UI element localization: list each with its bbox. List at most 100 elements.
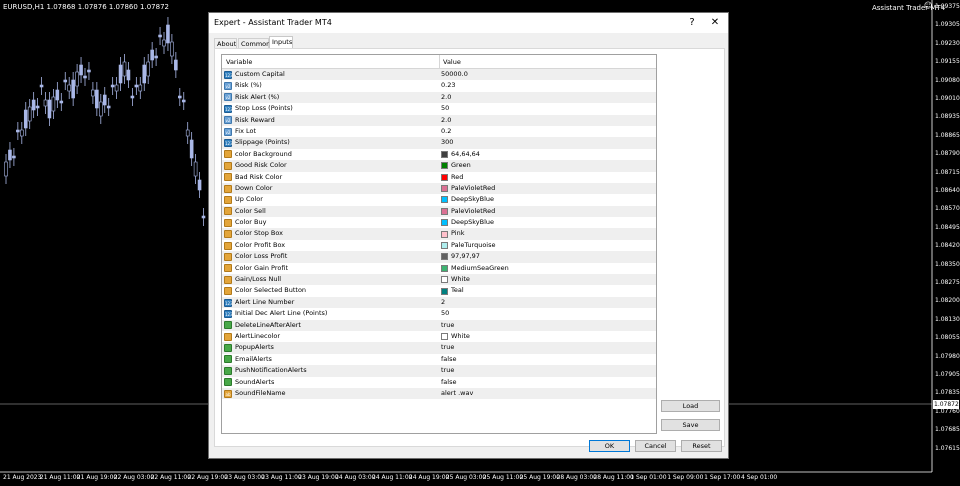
table-row[interactable]: Bad Risk Color Red [222,171,656,183]
table-row[interactable]: Up Color DeepSkyBlue [222,194,656,206]
price-axis-label: 1.08495 [935,223,960,231]
candle-body [102,94,107,106]
variable-value[interactable]: false [441,354,456,365]
table-row[interactable]: AlertLinecolor White [222,330,656,343]
help-button[interactable]: ? [685,16,699,30]
table-row[interactable]: Color Stop Box Pink [222,228,656,240]
dialog-title: Expert - Assistant Trader MT4 [214,18,332,27]
table-row[interactable]: color Background 64,64,64 [222,148,656,161]
color-swatch [441,230,448,238]
variable-value[interactable]: 64,64,64 [451,149,480,160]
variable-value[interactable]: 0.23 [441,80,455,91]
table-row[interactable]: 123 Slippage (Points) 300 [222,137,656,149]
candle-body [114,84,119,92]
table-row[interactable]: v2 Risk Reward 2.0 [222,114,656,126]
chart-symbol-header: EURUSD,H1 1.07868 1.07876 1.07860 1.0787… [3,3,169,11]
table-row[interactable]: EmailAlerts false [222,353,656,366]
table-row[interactable]: 123 Stop Loss (Points) 50 [222,103,656,115]
variable-value[interactable]: true [441,320,454,331]
close-icon[interactable]: ✕ [708,16,722,30]
variable-value[interactable]: MediumSeaGreen [451,263,509,274]
candle-body [99,101,103,117]
table-row[interactable]: ab SoundFileName alert .wav [222,387,656,400]
save-button[interactable]: Save [661,419,720,431]
color-icon [224,150,232,159]
candle-body [158,34,162,38]
variable-value[interactable]: DeepSkyBlue [451,194,494,205]
variable-value[interactable]: DeepSkyBlue [451,217,494,228]
bool-icon [224,378,232,387]
table-row[interactable]: 123 Initial Dec Alert Line (Points) 50 [222,308,656,320]
price-axis-label: 1.07615 [935,444,960,452]
variable-value[interactable]: 50000.0 [441,69,468,80]
variable-name: Color Selected Button [235,286,307,295]
table-row[interactable]: Color Selected Button Teal [222,285,656,297]
table-row[interactable]: v2 Fix Lot 0.2 [222,125,656,138]
variable-value[interactable]: Pink [451,228,464,239]
table-row[interactable]: Good Risk Color Green [222,160,656,172]
table-row[interactable]: Color Buy DeepSkyBlue [222,217,656,229]
load-button[interactable]: Load [661,400,720,412]
price-axis-label: 1.08715 [935,168,960,176]
inputs-table[interactable]: Variable Value 123 Custom Capital 50000.0 v… [221,54,657,434]
variable-value[interactable]: true [441,365,454,376]
table-row[interactable]: v2 Risk Alert (%) 2.0 [222,91,656,104]
time-axis-label: 22 Aug 11:00 [150,474,192,481]
ok-button[interactable]: OK [589,440,630,452]
table-row[interactable]: PopupAlerts true [222,342,656,354]
variable-value[interactable]: 2 [441,297,445,308]
variable-value[interactable]: Green [451,160,471,171]
color-swatch [441,333,448,341]
candle-body [63,79,68,83]
double-icon: v2 [224,127,232,136]
table-row[interactable]: Gain/Loss Null White [222,274,656,286]
variable-value[interactable]: 97,97,97 [451,251,480,262]
variable-name: Up Color [235,195,263,204]
cancel-button[interactable]: Cancel [635,440,676,452]
variable-value[interactable]: PaleTurquoise [451,240,496,251]
table-row[interactable]: 123 Alert Line Number 2 [222,296,656,309]
variable-value[interactable]: PaleVioletRed [451,206,495,217]
price-axis-label: 1.08350 [935,260,960,268]
variable-value[interactable]: White [451,331,470,342]
table-row[interactable]: Down Color PaleVioletRed [222,182,656,195]
variable-name: Risk (%) [235,81,262,90]
table-header: Variable Value [222,55,656,69]
color-icon [224,173,232,182]
variable-value[interactable]: true [441,342,454,353]
time-axis-label: 23 Aug 11:00 [261,474,302,481]
time-axis-label: 24 Aug 19:00 [408,474,450,481]
variable-value[interactable]: 50 [441,308,449,319]
column-value[interactable]: Value [443,58,461,66]
time-axis-label: 21 Aug 19:00 [76,474,118,481]
variable-value[interactable]: 0.2 [441,126,451,137]
variable-value[interactable]: 300 [441,137,453,148]
variable-value[interactable]: PaleVioletRed [451,183,495,194]
table-row[interactable]: Color Profit Box PaleTurquoise [222,239,656,252]
variable-value[interactable]: White [451,274,470,285]
column-variable[interactable]: Variable [226,58,252,66]
table-row[interactable]: Color Sell PaleVioletRed [222,205,656,218]
table-row[interactable]: DeleteLineAfterAlert true [222,319,656,331]
table-row[interactable]: 123 Custom Capital 50000.0 [222,69,656,81]
variable-value[interactable]: 50 [441,103,449,114]
price-axis-label: 1.07685 [935,426,960,434]
reset-button[interactable]: Reset [681,440,722,452]
table-row[interactable]: PushNotificationAlerts true [222,365,656,377]
variable-name: Risk Alert (%) [235,92,280,101]
variable-value[interactable]: alert .wav [441,388,473,399]
table-row[interactable]: SoundAlerts false [222,376,656,388]
variable-value[interactable]: 2.0 [441,115,451,126]
variable-value[interactable]: Teal [451,285,464,296]
variable-value[interactable]: 2.0 [441,92,451,103]
candle-body [126,69,131,81]
table-row[interactable]: Color Gain Profit MediumSeaGreen [222,262,656,275]
variable-value[interactable]: false [441,377,456,388]
double-icon: v2 [224,116,232,125]
table-row[interactable]: v2 Risk (%) 0.23 [222,80,656,92]
candle-body [178,95,182,99]
price-axis-label: 1.09305 [935,21,960,29]
integer-icon: 123 [224,70,233,79]
variable-value[interactable]: Red [451,172,463,183]
table-row[interactable]: Color Loss Profit 97,97,97 [222,251,656,263]
